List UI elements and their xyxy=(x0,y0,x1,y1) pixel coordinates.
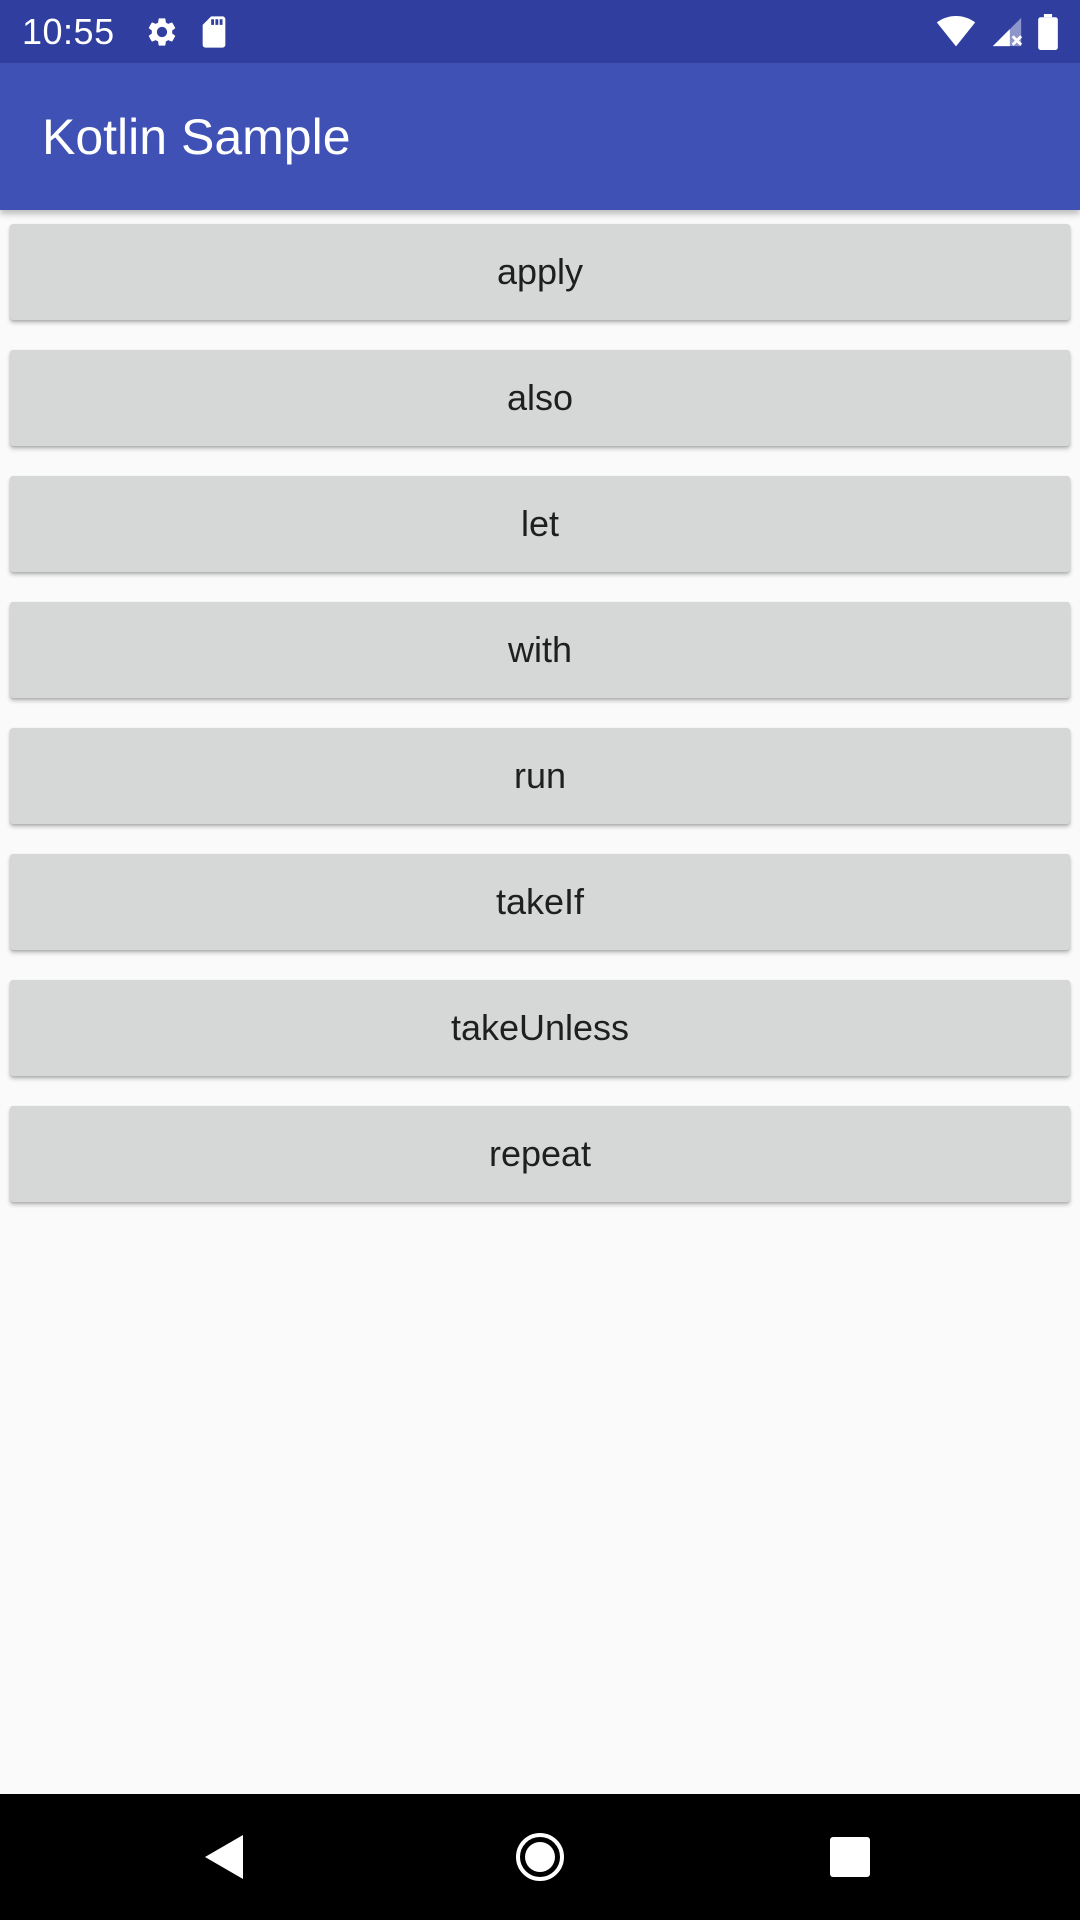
recents-icon[interactable] xyxy=(790,1794,910,1920)
battery-icon xyxy=(1038,13,1058,50)
app-bar: Kotlin Sample xyxy=(0,63,1080,210)
app-title: Kotlin Sample xyxy=(42,108,351,165)
let-button[interactable]: let xyxy=(10,476,1070,572)
run-button[interactable]: run xyxy=(10,728,1070,824)
takeunless-button[interactable]: takeUnless xyxy=(10,980,1070,1076)
takeif-button[interactable]: takeIf xyxy=(10,854,1070,950)
with-button[interactable]: with xyxy=(10,602,1070,698)
also-button[interactable]: also xyxy=(10,350,1070,446)
wifi-icon xyxy=(936,15,976,48)
status-right-icons xyxy=(922,13,1058,50)
repeat-button[interactable]: repeat xyxy=(10,1106,1070,1202)
status-time: 10:55 xyxy=(22,10,115,52)
apply-button[interactable]: apply xyxy=(10,224,1070,320)
home-icon[interactable] xyxy=(480,1794,600,1920)
navigation-bar xyxy=(0,1794,1080,1920)
screen: 10:55 Kotlin Sample apply also let with … xyxy=(0,0,1080,1920)
back-icon[interactable] xyxy=(165,1794,285,1920)
cellular-no-signal-icon xyxy=(990,15,1024,49)
sd-card-icon xyxy=(199,15,229,49)
status-bar: 10:55 xyxy=(0,0,1080,63)
settings-icon xyxy=(145,15,179,49)
